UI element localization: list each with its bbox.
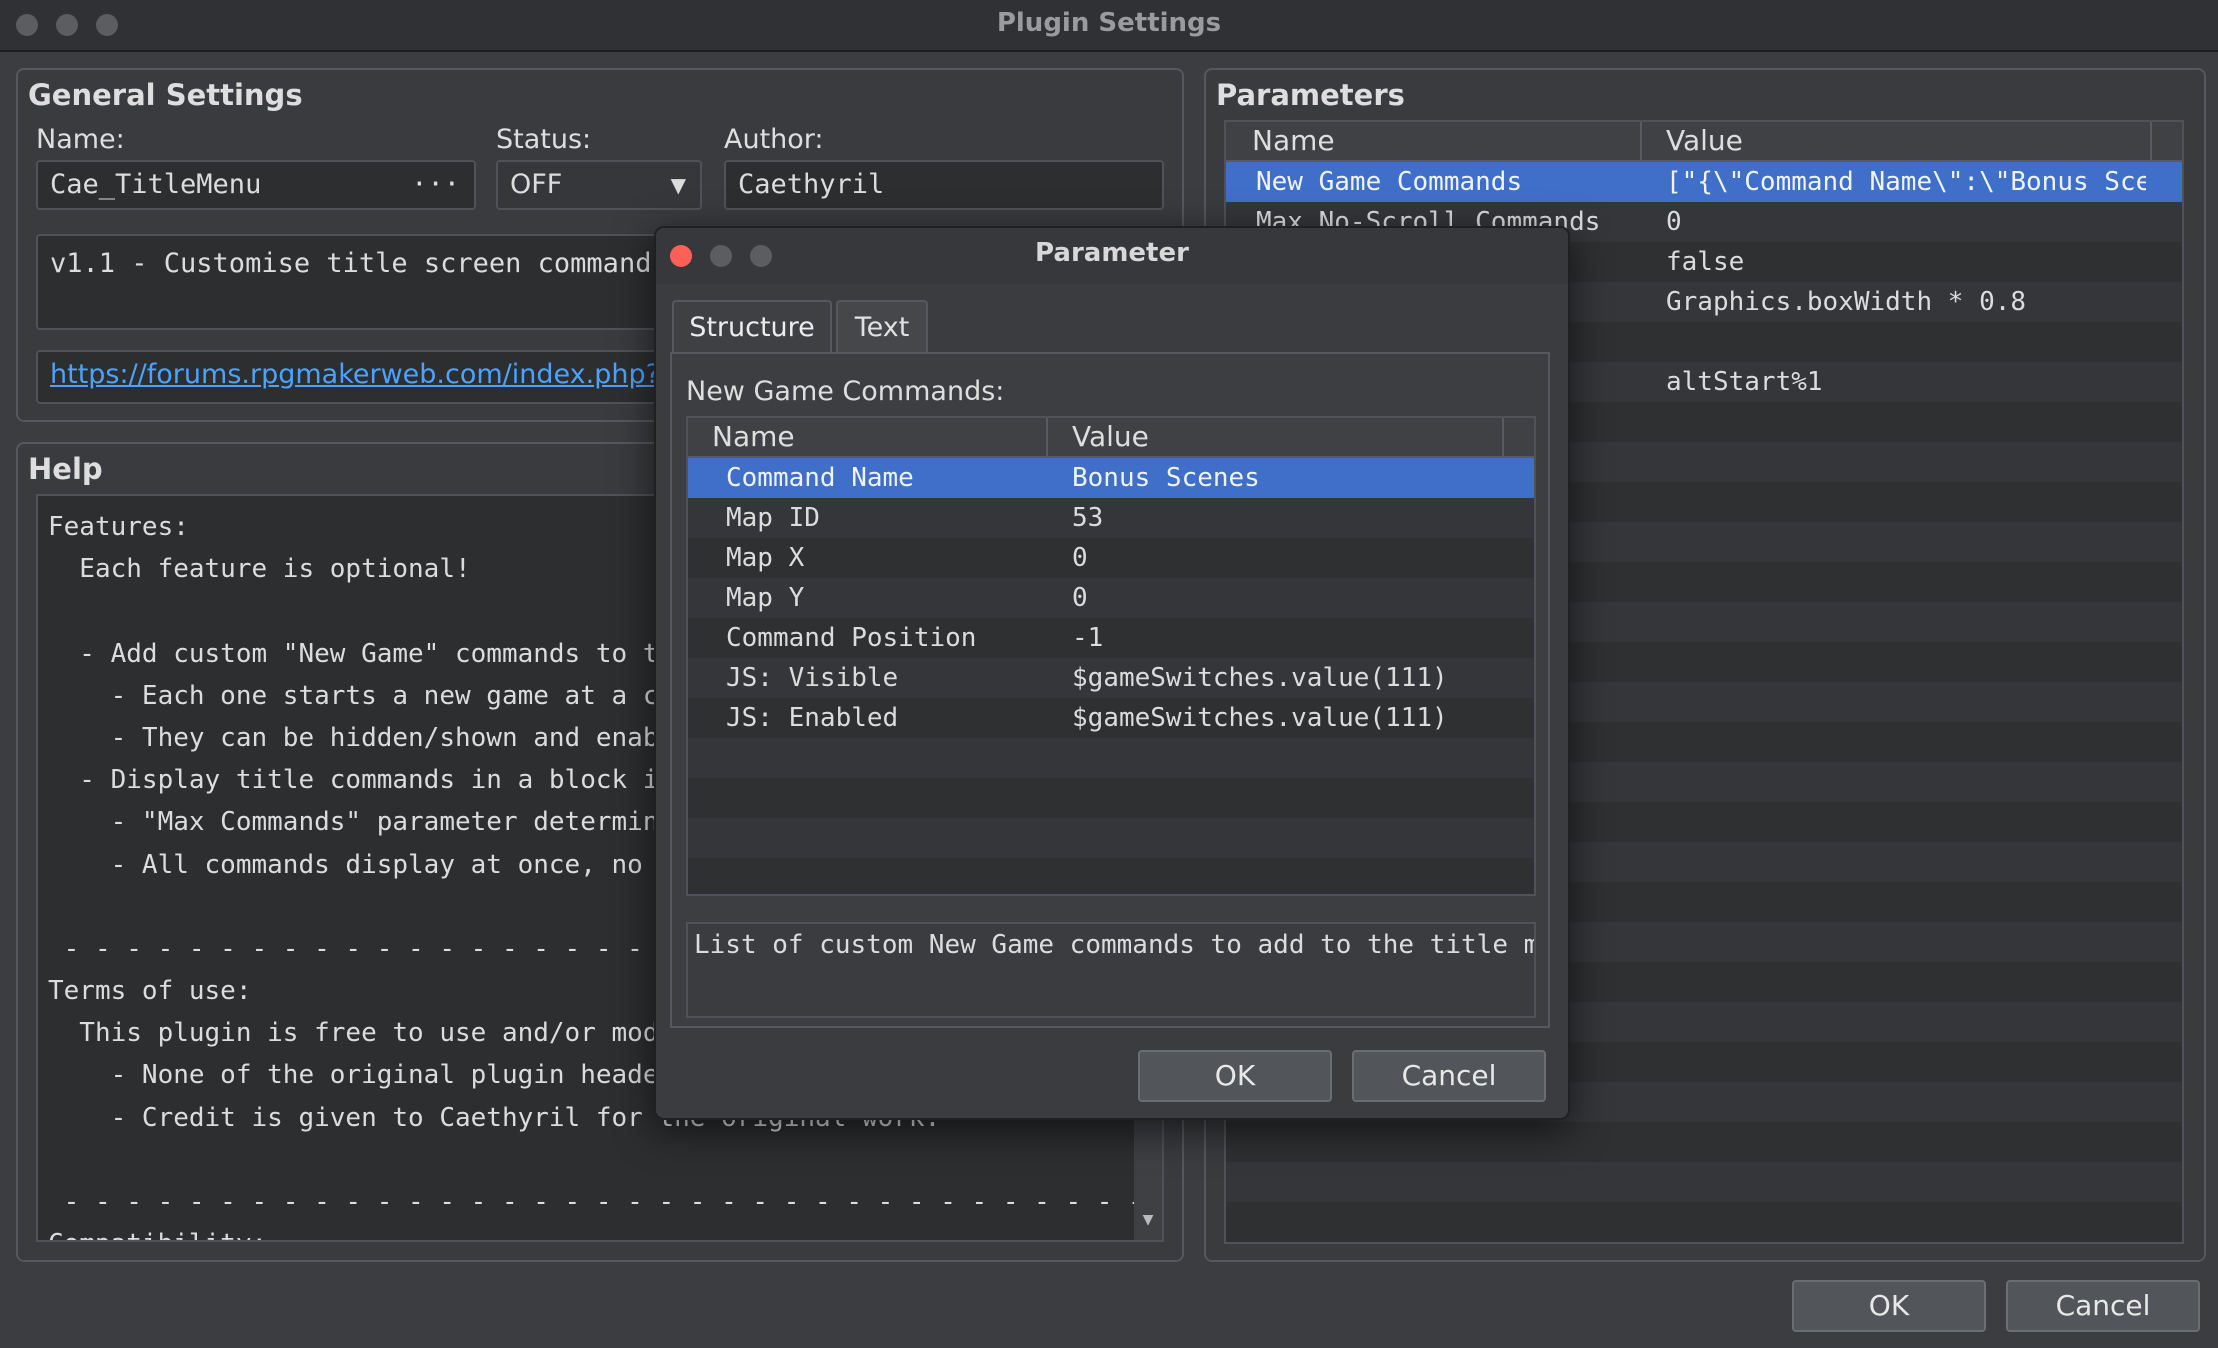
table-row[interactable]: JS: Visible $gameSwitches.value(111) <box>688 658 1534 698</box>
column-divider <box>2150 122 2152 162</box>
struct-col-name: Name <box>712 420 795 453</box>
parameters-col-value: Value <box>1666 124 1743 157</box>
help-line: Compatibility: <box>48 1223 1162 1240</box>
help-title: Help <box>28 452 103 486</box>
struct-name-cell: Map Y <box>726 583 805 613</box>
table-row[interactable] <box>1226 1202 2182 1242</box>
struct-value-cell: 0 <box>1072 543 1088 573</box>
table-row[interactable]: JS: Enabled $gameSwitches.value(111) <box>688 698 1534 738</box>
dialog-title: Parameter <box>1035 238 1189 268</box>
ok-button[interactable]: OK <box>1792 1280 1986 1332</box>
column-divider <box>1046 418 1048 458</box>
dialog-title-bar: Parameter <box>656 228 1568 284</box>
struct-name-cell: Command Position <box>726 623 977 653</box>
section-label: New Game Commands: <box>686 376 1005 407</box>
struct-col-value: Value <box>1072 420 1149 453</box>
struct-name-cell: JS: Enabled <box>726 703 899 733</box>
name-value: Cae_TitleMenu <box>50 169 262 200</box>
window-title-bar: Plugin Settings <box>0 0 2218 52</box>
struct-name-cell: JS: Visible <box>726 663 899 693</box>
general-settings-title: General Settings <box>28 78 303 112</box>
help-line: - - - - - - - - - - - - - - - - - - - - … <box>48 1187 1164 1217</box>
struct-table-header: Name Value <box>688 418 1534 458</box>
help-line <box>48 1139 1162 1181</box>
table-row[interactable] <box>1226 1122 2182 1162</box>
struct-name-cell: Map ID <box>726 503 820 533</box>
column-divider <box>1640 122 1642 162</box>
status-select[interactable]: OFF ▼ <box>496 160 702 210</box>
param-value-cell: 0 <box>1666 207 1682 237</box>
dialog-cancel-button[interactable]: Cancel <box>1352 1050 1546 1102</box>
author-field[interactable]: Caethyril <box>724 160 1164 210</box>
author-label: Author: <box>724 124 824 155</box>
parameter-dialog: Parameter Structure Text New Game Comman… <box>654 226 1570 1120</box>
parameters-title: Parameters <box>1216 78 1405 112</box>
column-divider <box>1502 418 1504 458</box>
parameters-col-name: Name <box>1252 124 1335 157</box>
struct-value-cell: 0 <box>1072 583 1088 613</box>
parameters-table-header: Name Value <box>1226 122 2182 162</box>
tab-text[interactable]: Text <box>836 300 928 354</box>
status-value: OFF <box>510 169 563 200</box>
table-row[interactable]: Command Position -1 <box>688 618 1534 658</box>
scroll-down-icon[interactable]: ▼ <box>1134 1200 1162 1240</box>
param-description-text: List of custom New Game commands to add … <box>694 930 1536 960</box>
param-description: List of custom New Game commands to add … <box>686 922 1536 1018</box>
param-name-cell: New Game Commands <box>1256 167 1523 197</box>
table-row[interactable]: Map Y 0 <box>688 578 1534 618</box>
cancel-button[interactable]: Cancel <box>2006 1280 2200 1332</box>
name-label: Name: <box>36 124 125 155</box>
struct-value-cell: $gameSwitches.value(111) <box>1072 703 1448 733</box>
url-link[interactable]: https://forums.rpgmakerweb.com/index.php… <box>50 359 671 390</box>
struct-rows: Command Name Bonus Scenes Map ID 53 Map X 0 Ma… <box>688 458 1534 894</box>
table-row[interactable] <box>1226 1162 2182 1202</box>
table-row[interactable]: New Game Commands ["{\"Command Name\":\"B… <box>1226 162 2182 202</box>
chevron-down-icon: ▼ <box>670 173 686 197</box>
table-row[interactable]: Command Name Bonus Scenes <box>688 458 1534 498</box>
structure-pane: New Game Commands: Name Value Command Na… <box>670 352 1550 1028</box>
struct-table: Name Value Command Name Bonus Scenes Map I… <box>686 416 1536 896</box>
table-row[interactable] <box>688 778 1534 818</box>
struct-name-cell: Command Name <box>726 463 914 493</box>
window-title: Plugin Settings <box>996 8 1222 38</box>
param-value-cell: false <box>1666 247 1745 277</box>
struct-name-cell: Map X <box>726 543 805 573</box>
param-value-cell: Graphics.boxWidth * 0.8 <box>1666 287 2027 317</box>
author-value: Caethyril <box>738 169 885 200</box>
name-field[interactable]: Cae_TitleMenu ··· <box>36 160 476 210</box>
table-row[interactable] <box>688 858 1534 894</box>
param-value-cell: ["{\"Command Name\":\"Bonus Scen… <box>1666 167 2146 197</box>
dialog-ok-button[interactable]: OK <box>1138 1050 1332 1102</box>
table-row[interactable]: Map ID 53 <box>688 498 1534 538</box>
tab-structure[interactable]: Structure <box>672 300 832 354</box>
struct-value-cell: $gameSwitches.value(111) <box>1072 663 1448 693</box>
struct-value-cell: -1 <box>1072 623 1104 653</box>
status-label: Status: <box>496 124 592 155</box>
struct-value-cell: Bonus Scenes <box>1072 463 1260 493</box>
table-row[interactable]: Map X 0 <box>688 538 1534 578</box>
more-icon[interactable]: ··· <box>411 162 460 208</box>
param-value-cell: altStart%1 <box>1666 367 1823 397</box>
table-row[interactable] <box>688 738 1534 778</box>
table-row[interactable] <box>688 818 1534 858</box>
struct-value-cell: 53 <box>1072 503 1104 533</box>
